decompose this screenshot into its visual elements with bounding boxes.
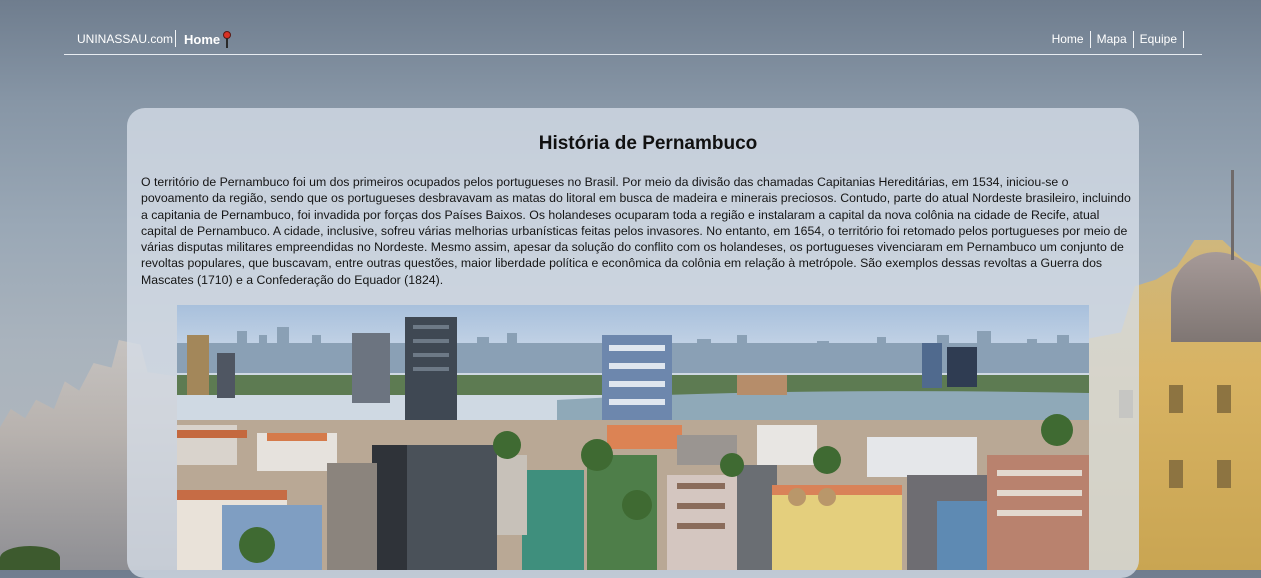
- background-window: [1169, 460, 1183, 488]
- history-paragraph: O território de Pernambuco foi um dos pr…: [141, 175, 1131, 287]
- nav-divider: [175, 30, 176, 47]
- nav-link-equipe[interactable]: Equipe: [1134, 31, 1183, 48]
- map-pin-icon: [222, 31, 232, 48]
- nav-divider: [1183, 31, 1184, 48]
- brand-link[interactable]: UNINASSAU.com: [77, 32, 173, 46]
- top-navigation-bar: UNINASSAU.com Home Home Mapa Equipe: [64, 28, 1202, 55]
- background-spire: [1231, 170, 1234, 260]
- home-logo-link[interactable]: Home: [184, 32, 220, 47]
- background-window: [1217, 385, 1231, 413]
- main-menu: Home Mapa Equipe: [1046, 31, 1184, 48]
- nav-link-home[interactable]: Home: [1046, 31, 1090, 48]
- background-tree: [0, 546, 60, 570]
- recife-city-photo: [177, 305, 1089, 570]
- nav-link-mapa[interactable]: Mapa: [1091, 31, 1133, 48]
- background-dome: [1171, 252, 1261, 342]
- page-title: História de Pernambuco: [538, 133, 758, 154]
- background-window: [1169, 385, 1183, 413]
- background-window: [1217, 460, 1231, 488]
